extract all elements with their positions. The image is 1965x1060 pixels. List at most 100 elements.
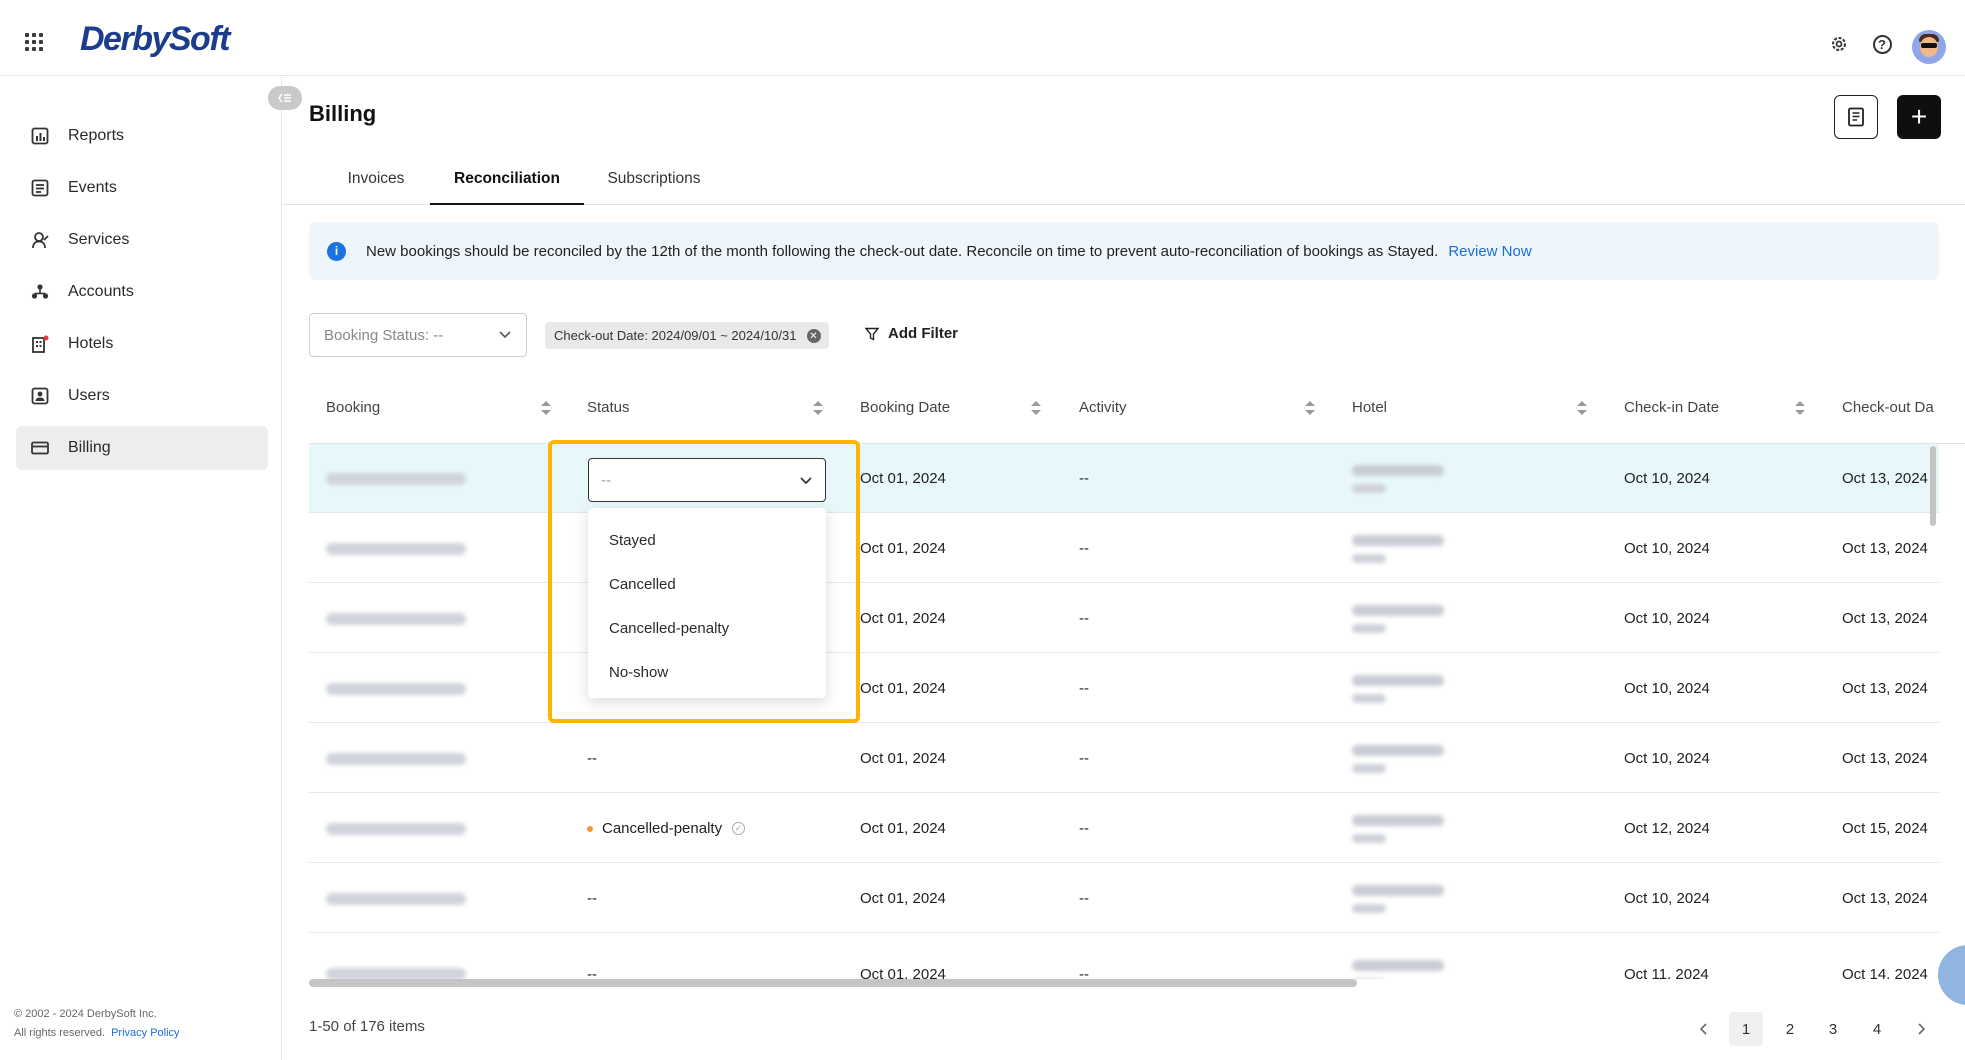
checkout-date-filter-chip[interactable]: Check-out Date: 2024/09/01 ~ 2024/10/31 … <box>545 322 829 349</box>
booking-date-cell: Oct 01, 2024 <box>860 890 946 907</box>
users-icon <box>30 386 50 406</box>
copyright-text: © 2002 - 2024 DerbySoft Inc. <box>14 1008 157 1020</box>
table-row[interactable]: -- Oct 01, 2024 -- Oct 11, 2024 Oct 14, … <box>309 934 1939 979</box>
column-header-checkin-date[interactable]: Check-in Date <box>1624 383 1719 443</box>
booking-status-filter[interactable]: Booking Status: -- <box>309 313 527 357</box>
document-icon <box>1848 107 1864 127</box>
status-dropdown-menu: Stayed Cancelled Cancelled-penalty No-sh… <box>588 508 826 698</box>
check-circle-icon: ✓ <box>732 822 746 835</box>
page-button-1[interactable]: 1 <box>1729 1012 1763 1046</box>
status-select[interactable]: -- <box>588 458 826 502</box>
table-row[interactable]: Oct 01, 2024 -- Oct 10, 2024 Oct 13, 202… <box>309 444 1939 513</box>
booking-date-cell: Oct 01, 2024 <box>860 540 946 557</box>
checkout-date-cell: Oct 15, 2024 <box>1842 820 1928 837</box>
booking-date-cell: Oct 01, 2024 <box>860 610 946 627</box>
tab-subscriptions[interactable]: Subscriptions <box>601 160 707 205</box>
hotel-name-redacted <box>1352 864 1444 933</box>
privacy-policy-link[interactable]: Privacy Policy <box>111 1027 179 1039</box>
column-header-hotel[interactable]: Hotel <box>1352 383 1387 443</box>
vertical-scrollbar[interactable] <box>1930 446 1936 526</box>
column-header-booking[interactable]: Booking <box>326 383 380 443</box>
status-label: Cancelled-penalty <box>602 820 723 837</box>
column-header-checkout-date[interactable]: Check-out Da <box>1842 383 1934 443</box>
menu-item-cancelled[interactable]: Cancelled <box>588 563 826 607</box>
sidebar-item-billing[interactable]: Billing <box>16 426 268 470</box>
menu-item-no-show[interactable]: No-show <box>588 651 826 695</box>
horizontal-scrollbar[interactable] <box>309 979 1357 987</box>
sidebar-item-label: Reports <box>68 127 125 144</box>
table-row[interactable]: -- Oct 01, 2024 -- Oct 10, 2024 Oct 13, … <box>309 724 1939 793</box>
sidebar-item-events[interactable]: Events <box>16 166 268 210</box>
add-button[interactable]: + <box>1897 95 1941 139</box>
sort-icon[interactable] <box>813 400 823 416</box>
pagination-summary: 1-50 of 176 items <box>309 1018 425 1035</box>
activity-cell: -- <box>1079 750 1089 767</box>
menu-item-cancelled-penalty[interactable]: Cancelled-penalty <box>588 607 826 651</box>
sort-icon[interactable] <box>1031 400 1041 416</box>
prev-page-button[interactable] <box>1687 1012 1721 1046</box>
top-bar: DerbySoft ? <box>0 0 1965 76</box>
sidebar-item-label: Events <box>68 179 117 196</box>
table-row[interactable]: Oct 01, 2024 -- Oct 10, 2024 Oct 13, 202… <box>309 584 1939 653</box>
hotel-name-redacted <box>1352 724 1444 793</box>
activity-cell: -- <box>1079 965 1089 980</box>
chevron-right-icon <box>1918 1023 1926 1035</box>
booking-id-redacted <box>326 514 466 583</box>
sidebar-item-label: Hotels <box>68 335 114 352</box>
status-cell[interactable]: Cancelled-penalty ✓ <box>587 794 746 863</box>
sort-icon[interactable] <box>1795 400 1805 416</box>
sidebar-item-services[interactable]: Services <box>16 218 268 262</box>
sidebar-item-hotels[interactable]: Hotels <box>16 322 268 366</box>
close-icon[interactable]: ✕ <box>806 329 821 343</box>
menu-item-stayed[interactable]: Stayed <box>588 519 826 563</box>
collapse-sidebar-button[interactable] <box>268 86 302 110</box>
help-icon[interactable]: ? <box>1868 30 1896 58</box>
tab-invoices[interactable]: Invoices <box>326 160 426 205</box>
sort-icon[interactable] <box>541 400 551 416</box>
chevron-down-icon <box>800 477 812 485</box>
sidebar-item-reports[interactable]: Reports <box>16 114 268 158</box>
table-row[interactable]: Oct 01, 2024 -- Oct 10, 2024 Oct 13, 202… <box>309 654 1939 723</box>
hotel-name-redacted <box>1352 514 1444 583</box>
checkin-date-cell: Oct 10, 2024 <box>1624 470 1710 487</box>
checkout-date-cell: Oct 13, 2024 <box>1842 680 1928 697</box>
sort-icon[interactable] <box>1577 400 1587 416</box>
sidebar-item-accounts[interactable]: Accounts <box>16 270 268 314</box>
checkin-date-cell: Oct 10, 2024 <box>1624 610 1710 627</box>
info-banner: i New bookings should be reconciled by t… <box>309 222 1939 280</box>
apps-grid-icon[interactable] <box>24 32 50 58</box>
gear-icon[interactable] <box>1825 30 1853 58</box>
column-header-booking-date[interactable]: Booking Date <box>860 383 950 443</box>
next-page-button[interactable] <box>1904 1012 1938 1046</box>
table-row[interactable]: Oct 01, 2024 -- Oct 10, 2024 Oct 13, 202… <box>309 514 1939 583</box>
checkout-date-cell: Oct 13, 2024 <box>1842 750 1928 767</box>
activity-cell: -- <box>1079 890 1089 907</box>
sidebar-item-users[interactable]: Users <box>16 374 268 418</box>
booking-id-redacted <box>326 864 466 933</box>
page-button-4[interactable]: 4 <box>1860 1012 1894 1046</box>
booking-date-cell: Oct 01, 2024 <box>860 750 946 767</box>
chat-widget-icon[interactable] <box>1938 945 1965 1005</box>
checkin-date-cell: Oct 10, 2024 <box>1624 540 1710 557</box>
tab-reconciliation[interactable]: Reconciliation <box>430 160 584 205</box>
page-button-3[interactable]: 3 <box>1816 1012 1850 1046</box>
status-cell[interactable]: -- <box>587 724 597 793</box>
review-now-link[interactable]: Review Now <box>1448 243 1531 260</box>
status-cell[interactable]: -- <box>587 864 597 933</box>
report-document-button[interactable] <box>1834 95 1878 139</box>
checkout-date-cell: Oct 13, 2024 <box>1842 540 1928 557</box>
table-row[interactable]: -- Oct 01, 2024 -- Oct 10, 2024 Oct 13, … <box>309 864 1939 933</box>
column-header-activity[interactable]: Activity <box>1079 383 1127 443</box>
table-row[interactable]: Cancelled-penalty ✓ Oct 01, 2024 -- Oct … <box>309 794 1939 863</box>
booking-id-redacted <box>326 654 466 723</box>
column-header-status[interactable]: Status <box>587 383 630 443</box>
tab-bar: Invoices Reconciliation Subscriptions <box>283 160 1965 205</box>
booking-date-cell: Oct 01, 2024 <box>860 820 946 837</box>
page-button-2[interactable]: 2 <box>1773 1012 1807 1046</box>
billing-icon <box>30 438 50 458</box>
chevron-left-icon <box>1699 1023 1707 1035</box>
sort-icon[interactable] <box>1305 400 1315 416</box>
status-cell[interactable]: -- <box>587 934 597 980</box>
avatar[interactable] <box>1912 30 1946 64</box>
add-filter-button[interactable]: Add Filter <box>865 325 958 342</box>
